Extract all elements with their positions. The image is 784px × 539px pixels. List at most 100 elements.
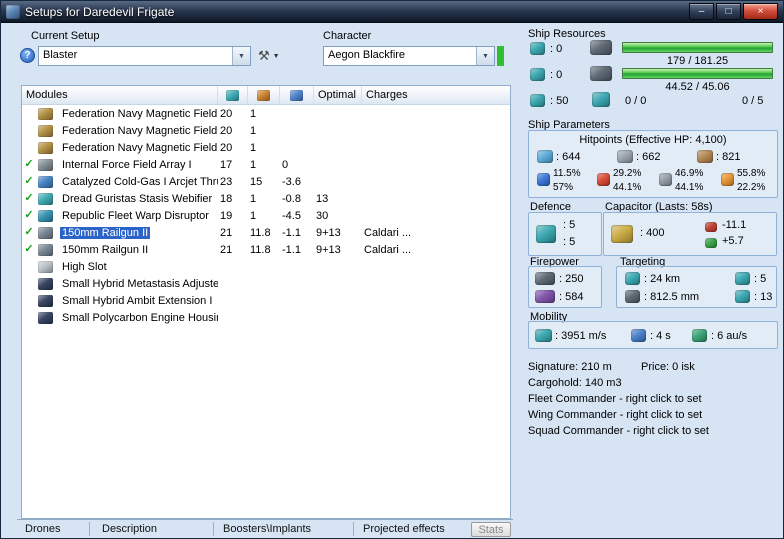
modules-header: Modules Optimal Charges <box>22 86 510 105</box>
cap-value: -1.1 <box>282 243 301 256</box>
cpu-icon <box>226 89 239 101</box>
module-name-cell: Catalyzed Cold-Gas I Arcjet Thru... <box>56 176 218 188</box>
module-name-cell: Republic Fleet Warp Disruptor <box>56 210 218 222</box>
module-icon <box>38 226 53 239</box>
module-name: Dread Guristas Stasis Webifier <box>62 192 213 205</box>
module-row[interactable]: ✓ Catalyzed Cold-Gas I Arcjet Thru... 23… <box>22 173 510 190</box>
tab-divider <box>89 522 90 536</box>
module-name-cell: Small Hybrid Metastasis Adjuster I <box>56 278 218 290</box>
cpu-value: 20 <box>220 124 233 137</box>
launcher-slots-free: : 0 <box>550 69 563 81</box>
tab-description[interactable]: Description <box>102 523 157 535</box>
modules-column-header[interactable]: Modules <box>22 86 218 104</box>
title-bar[interactable]: Setups for Daredevil Frigate – □ × <box>1 1 783 23</box>
minimize-button[interactable]: – <box>689 3 714 20</box>
empty-slot-icon <box>38 260 53 273</box>
rigs-used: 0 / 0 <box>625 95 647 107</box>
module-name-cell: Dread Guristas Stasis Webifier <box>56 193 218 205</box>
cpu-value: 20 <box>220 141 233 154</box>
help-icon[interactable]: ? <box>20 48 35 63</box>
powergrid-column-header[interactable] <box>248 86 280 104</box>
window-body: Current Setup ? Blaster ▼ ⚒ ▼ Character … <box>1 23 783 538</box>
module-name: 150mm Railgun II <box>62 243 149 256</box>
module-row[interactable]: Federation Navy Magnetic Field ... 20 1 <box>22 122 510 139</box>
warp-speed-value: : 6 au/s <box>711 330 748 342</box>
module-row[interactable]: Federation Navy Magnetic Field ... 20 1 <box>22 139 510 156</box>
bottom-tab-bar: Drones Description Boosters\Implants Pro… <box>17 519 513 538</box>
module-icon-cell <box>36 209 56 222</box>
module-row[interactable]: ✓ Republic Fleet Warp Disruptor 19 1 -4.… <box>22 207 510 224</box>
cpu-column-header[interactable] <box>218 86 248 104</box>
module-row[interactable]: Small Polycarbon Engine Housin... <box>22 309 510 326</box>
module-row-selected[interactable]: ✓ 150mm Railgun II 21 11.8 -1.1 9+13 Cal… <box>22 224 510 241</box>
module-row[interactable]: Small Hybrid Metastasis Adjuster I <box>22 275 510 292</box>
setup-tools-button[interactable]: ⚒ ▼ <box>255 46 283 66</box>
module-name: Republic Fleet Warp Disruptor <box>62 209 209 222</box>
module-icon <box>38 192 53 205</box>
tab-boosters-implants[interactable]: Boosters\Implants <box>223 523 311 535</box>
stats-button[interactable]: Stats <box>471 522 511 537</box>
dps-icon <box>535 290 555 303</box>
module-name-cell: Federation Navy Magnetic Field ... <box>56 125 218 137</box>
close-button[interactable]: × <box>743 3 778 20</box>
modules-list: Modules Optimal Charges Federation Navy … <box>21 85 511 519</box>
optimal-column-header[interactable]: Optimal <box>314 86 362 104</box>
capacitor-column-header[interactable] <box>280 86 314 104</box>
powergrid-usage: 44.52 / 45.06 <box>665 81 730 93</box>
kinetic-resist-icon <box>659 173 672 186</box>
fleet-commander-text[interactable]: Fleet Commander - right click to set <box>528 393 702 405</box>
rig-icon <box>38 277 53 290</box>
kinetic-shield-resist: 46.9% <box>675 168 704 179</box>
cap-value: -0.8 <box>282 192 301 205</box>
character-select[interactable]: Aegon Blackfire ▼ <box>323 46 495 66</box>
module-name-cell: High Slot <box>56 261 218 273</box>
module-icon-cell <box>36 124 56 137</box>
module-row[interactable]: ✓ Dread Guristas Stasis Webifier 18 1 -0… <box>22 190 510 207</box>
current-setup-label: Current Setup <box>31 30 100 42</box>
active-check-icon: ✓ <box>24 243 34 255</box>
powergrid-icon <box>590 66 612 81</box>
module-row[interactable]: Small Hybrid Ambit Extension I <box>22 292 510 309</box>
charges-column-header[interactable]: Charges <box>362 86 510 104</box>
cargohold-text: Cargohold: 140 m3 <box>528 377 622 389</box>
targeting-range-icon <box>625 272 640 285</box>
setup-select[interactable]: Blaster ▼ <box>38 46 251 66</box>
turret-icon <box>535 272 555 285</box>
module-row[interactable]: High Slot <box>22 258 510 275</box>
chevron-down-icon[interactable]: ▼ <box>476 47 494 65</box>
cpu-value: 18 <box>220 192 233 205</box>
module-icon <box>38 175 53 188</box>
hitpoints-title: Hitpoints (Effective HP: 4,100) <box>579 134 727 146</box>
capacitor-icon <box>611 225 633 243</box>
turret-slots-icon <box>530 42 545 55</box>
cpu-bar <box>622 42 773 53</box>
caption-buttons: – □ × <box>689 3 778 20</box>
cpu-value: 19 <box>220 209 233 222</box>
squad-commander-text[interactable]: Squad Commander - right click to set <box>528 425 709 437</box>
active-check-icon: ✓ <box>24 175 34 187</box>
tab-projected-effects[interactable]: Projected effects <box>363 523 445 535</box>
tab-drones[interactable]: Drones <box>25 523 60 535</box>
module-icon-cell <box>36 277 56 290</box>
active-check-icon: ✓ <box>24 158 34 170</box>
cpu-value: 17 <box>220 158 233 171</box>
module-name: Federation Navy Magnetic Field ... <box>62 124 218 137</box>
module-icon-cell <box>36 311 56 324</box>
capacitor-capacity: : 400 <box>640 227 665 239</box>
module-row[interactable]: Federation Navy Magnetic Field ... 20 1 <box>22 105 510 122</box>
chevron-down-icon[interactable]: ▼ <box>232 47 250 65</box>
module-row[interactable]: ✓ 150mm Railgun II 21 11.8 -1.1 9+13 Cal… <box>22 241 510 258</box>
active-check-icon: ✓ <box>24 209 34 221</box>
maximize-button[interactable]: □ <box>716 3 741 20</box>
module-name-cell: Small Polycarbon Engine Housin... <box>56 312 218 324</box>
cpu-value: 21 <box>220 226 233 239</box>
explosive-shield-resist: 55.8% <box>737 168 766 179</box>
shield-hp: : 644 <box>556 151 581 163</box>
thermal-resist-icon <box>597 173 610 186</box>
module-icon <box>38 107 53 120</box>
module-icon-cell <box>36 141 56 154</box>
module-row[interactable]: ✓ Internal Force Field Array I 17 1 0 <box>22 156 510 173</box>
capacitor-icon <box>290 89 303 101</box>
calibration-value: : 50 <box>550 95 569 107</box>
wing-commander-text[interactable]: Wing Commander - right click to set <box>528 409 702 421</box>
